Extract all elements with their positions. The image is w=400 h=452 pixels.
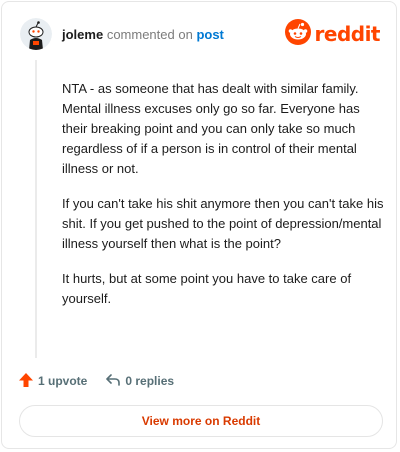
- view-more-button[interactable]: View more on Reddit: [19, 405, 383, 437]
- commented-on-text: commented on: [106, 27, 193, 42]
- replies-button[interactable]: 0 replies: [105, 372, 174, 391]
- username-link[interactable]: joleme: [62, 27, 103, 42]
- reddit-logo-icon: [284, 18, 311, 50]
- comment-body: NTA - as someone that has dealt with sim…: [62, 79, 386, 324]
- upvote-count: 1 upvote: [38, 374, 88, 388]
- upvote-button[interactable]: 1 upvote: [18, 372, 87, 391]
- comment-header: joleme commented on post reddit: [20, 18, 381, 54]
- post-link[interactable]: post: [196, 27, 223, 42]
- embedded-comment-card: joleme commented on post reddit NTA - as…: [1, 1, 397, 449]
- thread-line: [35, 60, 37, 358]
- comment-paragraph: If you can't take his shit anymore then …: [62, 196, 384, 251]
- reddit-logo[interactable]: reddit: [284, 18, 381, 50]
- upvote-arrow-icon: [18, 372, 38, 391]
- replies-count: 0 replies: [125, 374, 175, 388]
- snoo-avatar[interactable]: [20, 18, 52, 50]
- comment-byline: joleme commented on post: [62, 27, 224, 43]
- reddit-wordmark: reddit: [314, 22, 381, 46]
- comment-paragraph: NTA - as someone that has dealt with sim…: [62, 81, 360, 176]
- comment-paragraph: It hurts, but at some point you have to …: [62, 271, 352, 306]
- comment-actions: 1 upvote 0 replies: [18, 370, 192, 392]
- reply-icon: [105, 372, 125, 391]
